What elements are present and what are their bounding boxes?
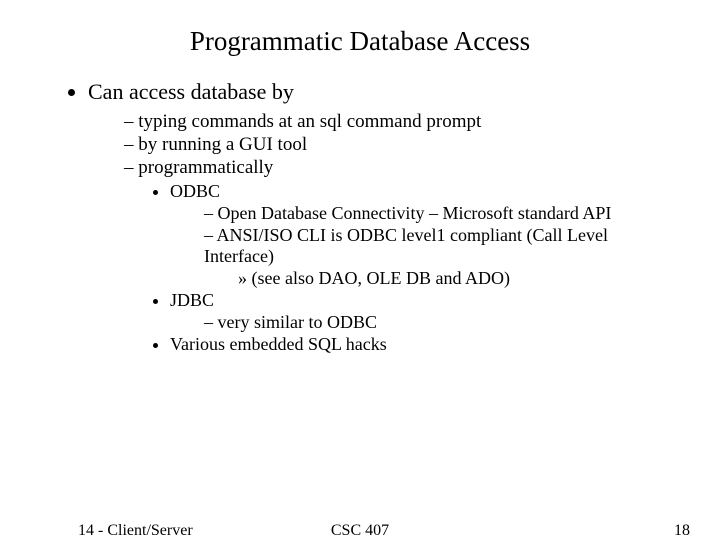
odbc-sub-item: Open Database Connectivity – Microsoft s… xyxy=(204,203,680,224)
bullet-item: Can access database by typing commands a… xyxy=(88,79,680,355)
sub-text: programmatically xyxy=(138,157,273,178)
prog-item: JDBC very similar to ODBC xyxy=(170,290,680,333)
sub-item: typing commands at an sql command prompt xyxy=(124,111,680,133)
sub-list: typing commands at an sql command prompt… xyxy=(88,111,680,355)
sub-item: by running a GUI tool xyxy=(124,134,680,156)
footer-center: CSC 407 xyxy=(0,522,720,540)
slide-title: Programmatic Database Access xyxy=(40,26,680,57)
prog-item: ODBC Open Database Connectivity – Micros… xyxy=(170,181,680,289)
prog-text: ODBC xyxy=(170,181,220,201)
jdbc-sub-item: very similar to ODBC xyxy=(204,312,680,333)
slide: Programmatic Database Access Can access … xyxy=(0,0,720,540)
jdbc-sublist: very similar to ODBC xyxy=(170,312,680,333)
sub-item: programmatically ODBC Open Database Conn… xyxy=(124,157,680,355)
odbc-sublist: Open Database Connectivity – Microsoft s… xyxy=(170,203,680,289)
footer-page: 18 xyxy=(674,522,690,540)
see-also-list: (see also DAO, OLE DB and ADO) xyxy=(204,268,680,289)
prog-list: ODBC Open Database Connectivity – Micros… xyxy=(124,181,680,355)
see-also-item: (see also DAO, OLE DB and ADO) xyxy=(238,268,680,289)
odbc-sub-item: ANSI/ISO CLI is ODBC level1 compliant (C… xyxy=(204,225,680,289)
bullet-text: Can access database by xyxy=(88,79,294,104)
prog-item: Various embedded SQL hacks xyxy=(170,334,680,355)
bullet-list: Can access database by typing commands a… xyxy=(40,79,680,355)
odbc-sub-text: ANSI/ISO CLI is ODBC level1 compliant (C… xyxy=(204,225,608,266)
prog-text: JDBC xyxy=(170,290,214,310)
